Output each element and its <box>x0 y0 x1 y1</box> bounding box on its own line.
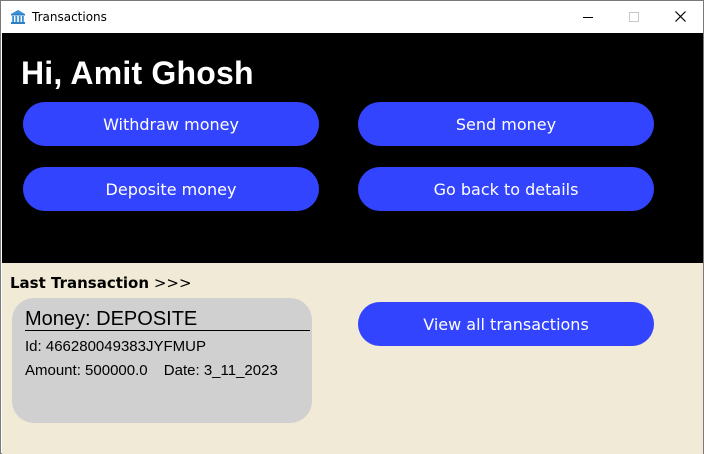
close-icon <box>674 11 686 22</box>
title-bar[interactable]: Transactions <box>1 1 703 32</box>
back-to-details-button[interactable]: Go back to details <box>358 167 654 211</box>
transaction-id-value: 466280049383JYFMUP <box>45 338 206 355</box>
window-title: Transactions <box>32 10 107 24</box>
close-button[interactable] <box>657 1 703 32</box>
transaction-amount-date: Amount: 500000.0 Date: 3_11_2023 <box>25 362 278 379</box>
minimize-button[interactable] <box>565 1 611 32</box>
last-transaction-panel: Last Transaction >>> Money: DEPOSITE Id:… <box>2 263 703 454</box>
greeting-heading: Hi, Amit Ghosh <box>21 55 254 91</box>
send-money-button[interactable]: Send money <box>358 102 654 146</box>
transaction-id-label: Id: <box>25 338 42 355</box>
transaction-amount-value: 500000.0 <box>85 362 148 379</box>
view-all-transactions-button[interactable]: View all transactions <box>358 302 654 346</box>
card-divider <box>25 330 310 331</box>
last-transaction-heading: Last Transaction >>> <box>10 274 192 292</box>
last-transaction-label: Last Transaction <box>10 274 150 292</box>
maximize-icon <box>629 11 639 22</box>
transaction-id: Id: 466280049383JYFMUP <box>25 338 206 355</box>
actions-panel: Hi, Amit Ghosh Withdraw money Send money… <box>2 33 703 263</box>
last-transaction-arrows: >>> <box>153 274 192 292</box>
deposit-money-button[interactable]: Deposite money <box>23 167 319 211</box>
transaction-amount-label: Amount: <box>25 362 81 379</box>
transactions-window: Transactions Hi, Amit Ghosh Withdraw mon… <box>0 0 704 454</box>
maximize-button[interactable] <box>611 1 657 32</box>
withdraw-money-button[interactable]: Withdraw money <box>23 102 319 146</box>
transaction-card: Money: DEPOSITE Id: 466280049383JYFMUP A… <box>12 298 312 423</box>
minimize-icon <box>583 16 593 18</box>
transaction-date-value: 3_11_2023 <box>203 362 278 379</box>
transaction-money-type: Money: DEPOSITE <box>25 308 198 330</box>
transaction-date-label: Date: <box>163 362 200 379</box>
bank-icon <box>10 9 26 25</box>
